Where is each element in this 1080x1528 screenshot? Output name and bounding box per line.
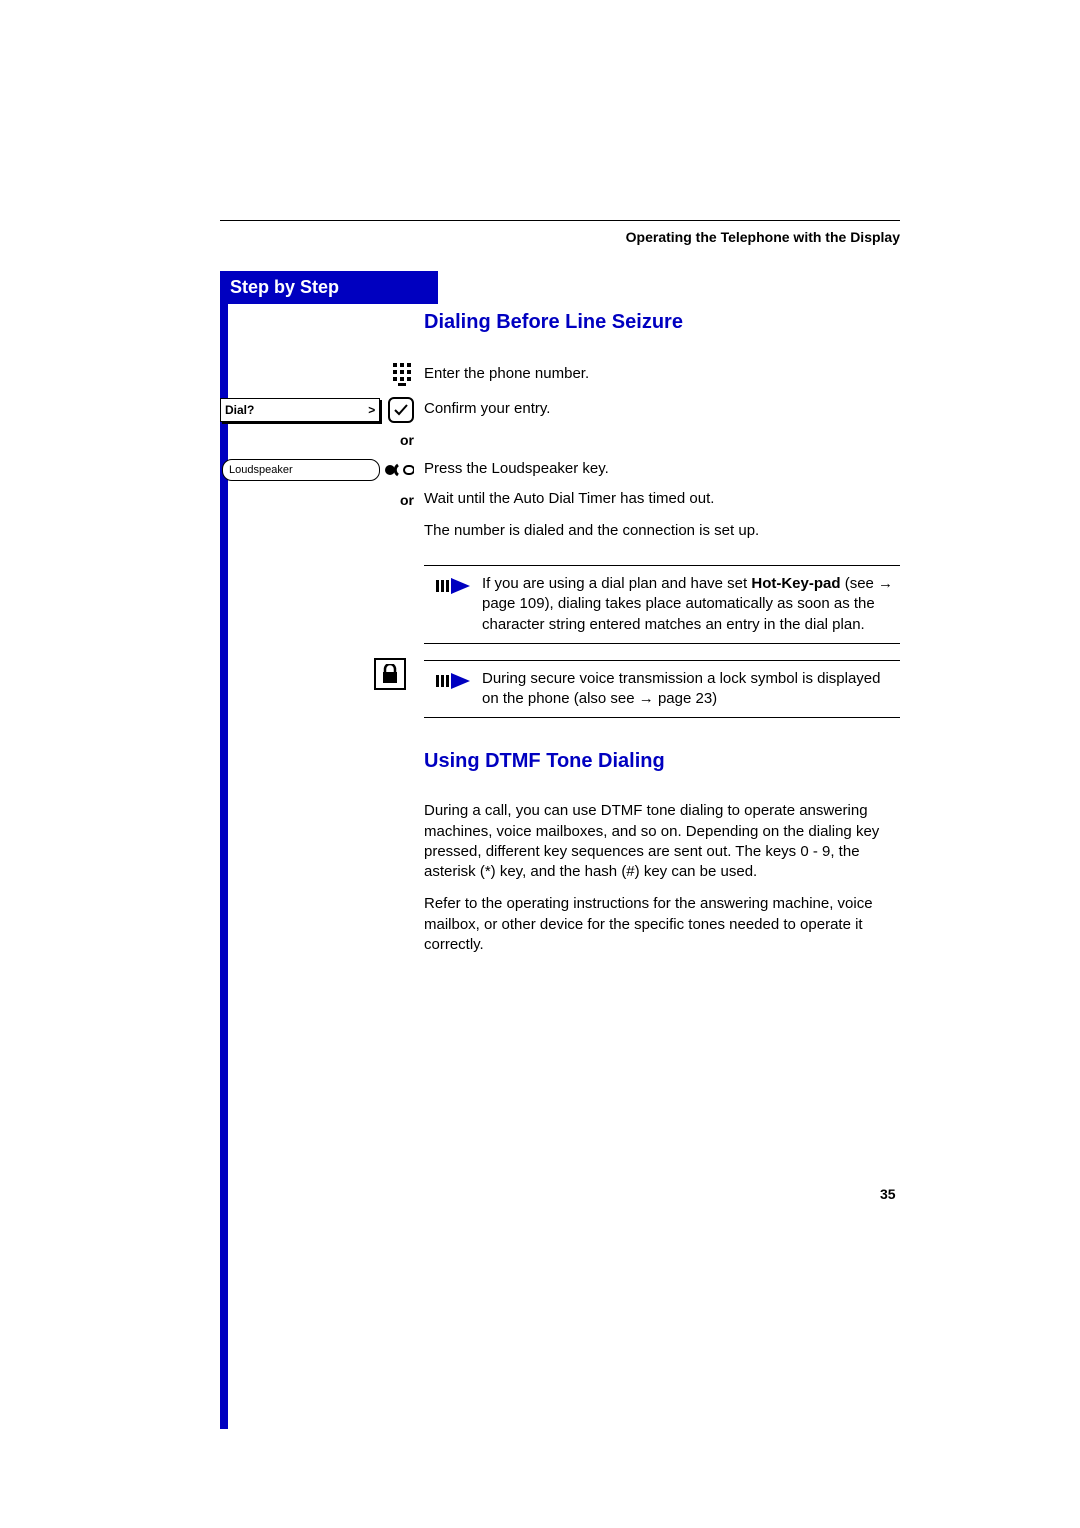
lock-indicator (374, 658, 406, 690)
note-text: During secure voice transmission a lock … (482, 669, 900, 710)
or-label: or (400, 432, 414, 448)
step-text: Press the Loudspeaker key. (424, 457, 900, 479)
led-key-icon[interactable] (384, 460, 414, 480)
or-label: or (400, 492, 414, 508)
step-text: The number is dialed and the connection … (424, 519, 900, 541)
content-area: Dialing Before Line Seizure (220, 307, 900, 959)
lock-icon (381, 664, 399, 684)
keypad-icon (392, 362, 414, 391)
header-title: Operating the Telephone with the Display (220, 229, 900, 245)
step-by-step-label: Step by Step (220, 271, 438, 304)
loudspeaker-key-label: Loudspeaker (222, 459, 380, 481)
paragraph: Refer to the operating instructions for … (424, 892, 900, 955)
page-number: 35 (880, 1186, 896, 1202)
header-rule (220, 220, 900, 221)
display-prompt: Dial? > (220, 398, 380, 422)
check-icon (393, 402, 409, 418)
chevron-right-icon: > (368, 403, 375, 417)
page-content: Operating the Telephone with the Display… (220, 220, 900, 271)
step-text: Confirm your entry. (424, 397, 900, 419)
note-box: If you are using a dial plan and have se… (424, 565, 900, 644)
step-text: Enter the phone number. (424, 362, 900, 384)
display-text: Dial? (225, 403, 254, 417)
section-heading-1: Dialing Before Line Seizure (424, 309, 900, 336)
paragraph: During a call, you can use DTMF tone dia… (424, 799, 900, 882)
confirm-key[interactable] (388, 397, 414, 423)
step-text: Wait until the Auto Dial Timer has timed… (424, 487, 900, 509)
note-arrow-icon (436, 574, 482, 635)
section-heading-2: Using DTMF Tone Dialing (424, 748, 900, 775)
note-box: During secure voice transmission a lock … (424, 660, 900, 719)
note-text: If you are using a dial plan and have se… (482, 574, 900, 635)
note-arrow-icon (436, 669, 482, 710)
